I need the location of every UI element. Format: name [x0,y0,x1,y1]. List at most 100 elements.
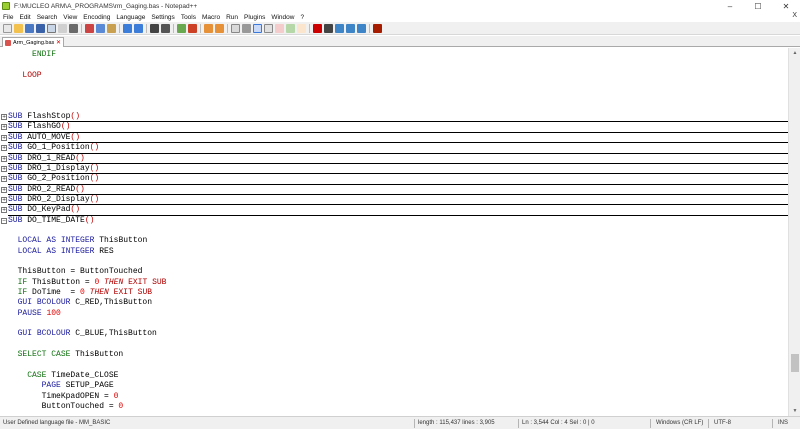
menu-macro[interactable]: Macro [199,14,223,21]
fold-expand-icon[interactable]: + [1,176,7,183]
menu-run[interactable]: Run [223,14,241,21]
record-macro-icon[interactable] [313,23,322,33]
function-list-icon[interactable] [286,23,295,33]
sync-vertical-icon[interactable] [204,23,213,33]
maximize-button[interactable]: ☐ [744,0,772,12]
code-token: () [89,174,100,184]
status-divider [650,419,651,428]
save-icon[interactable] [25,23,34,33]
fold-separator-line [8,193,788,195]
fold-expand-icon[interactable]: + [1,114,7,121]
menu-tools[interactable]: Tools [178,14,199,21]
code-token: () [60,122,71,132]
menu-bar: File Edit Search View Encoding Language … [0,12,800,22]
fold-expand-icon[interactable]: + [1,134,7,141]
fold-expand-icon[interactable]: + [1,186,7,193]
scroll-up-arrow-icon[interactable]: ▲ [789,48,800,58]
code-token: ButtonTouched = [41,401,119,411]
code-token: () [70,132,81,142]
fold-expand-icon[interactable]: + [1,155,7,162]
fold-expand-icon[interactable]: + [1,196,7,203]
folder-workspace-icon[interactable] [297,23,306,33]
new-file-icon[interactable] [3,23,12,33]
code-line: LOCAL AS INTEGER RES [8,247,114,257]
code-token: DRO_2_Display [22,194,90,204]
fold-expand-icon[interactable]: + [1,145,7,152]
fold-expand-icon[interactable]: + [1,124,7,131]
document-map-icon[interactable] [275,23,284,33]
show-all-chars-icon[interactable] [242,23,251,33]
replace-icon[interactable] [161,23,170,33]
menu-edit[interactable]: Edit [16,14,33,21]
save-all-icon[interactable] [36,23,45,33]
scroll-thumb[interactable] [791,354,799,372]
save-macro-icon[interactable] [357,23,366,33]
code-token: 0 [118,401,124,411]
code-line: ENDIF [8,50,56,60]
redo-icon[interactable] [134,23,143,33]
minimize-button[interactable]: – [716,0,744,12]
close-document-icon[interactable]: X [792,12,797,19]
undo-icon[interactable] [123,23,132,33]
menu-view[interactable]: View [60,14,80,21]
fold-separator-line [8,162,788,164]
code-line: − SUB DO_TIME_DATE() [1,216,94,226]
language-udl-icon[interactable] [264,23,273,33]
menu-help[interactable]: ? [297,14,307,21]
code-token: 0 [113,391,119,401]
tab-arm-gaging[interactable]: Arm_Gaging.bas ✕ [2,37,64,47]
code-token: ENDIF [32,50,57,59]
code-token: () [75,153,85,163]
indent-guide-icon[interactable] [253,23,262,33]
menu-settings[interactable]: Settings [148,14,178,21]
zoom-out-icon[interactable] [188,23,197,33]
menu-encoding[interactable]: Encoding [80,14,113,21]
toolbar-separator [81,23,82,33]
code-token: GUI BCOLOUR [17,298,71,308]
zoom-in-icon[interactable] [177,23,186,33]
menu-file[interactable]: File [0,14,16,21]
code-token: SUB [8,153,23,163]
find-icon[interactable] [150,23,159,33]
close-file-icon[interactable] [47,23,56,33]
code-token: FlashStop [22,112,71,122]
code-editor[interactable]: ENDIF LOOP + SUB FlashStop() + SUB FlashGO()… [0,48,788,416]
code-line: SELECT CASE ThisButton [8,350,124,360]
vertical-scrollbar[interactable]: ▲ ▼ [788,48,800,416]
run-macro-multiple-icon[interactable] [346,23,355,33]
play-macro-icon[interactable] [335,23,344,33]
menu-plugins[interactable]: Plugins [241,14,268,21]
fold-collapse-icon[interactable]: − [1,217,7,224]
stop-macro-icon[interactable] [324,23,333,33]
tab-close-icon[interactable]: ✕ [56,39,61,46]
spellcheck-icon[interactable] [373,23,382,33]
close-button[interactable]: ✕ [772,0,800,12]
scroll-down-arrow-icon[interactable]: ▼ [789,406,800,416]
cut-icon[interactable] [85,23,94,33]
open-file-icon[interactable] [14,23,23,33]
status-encoding: UTF-8 [714,420,731,426]
close-all-icon[interactable] [58,23,67,33]
fold-expand-icon[interactable]: + [1,207,7,214]
copy-icon[interactable] [96,23,105,33]
code-token: INTEGER [60,236,95,246]
print-icon[interactable] [69,23,78,33]
paste-icon[interactable] [107,23,116,33]
word-wrap-icon[interactable] [231,23,240,33]
menu-window[interactable]: Window [268,14,297,21]
code-token: LOCAL [17,236,42,246]
fold-expand-icon[interactable]: + [1,165,7,172]
code-line: + SUB AUTO_MOVE() [1,132,81,143]
menu-search[interactable]: Search [34,14,61,21]
code-token: TimeKpadOPEN = [41,391,114,401]
fold-separator-line [8,142,788,144]
sync-horizontal-icon[interactable] [215,23,224,33]
menu-language[interactable]: Language [113,14,148,21]
